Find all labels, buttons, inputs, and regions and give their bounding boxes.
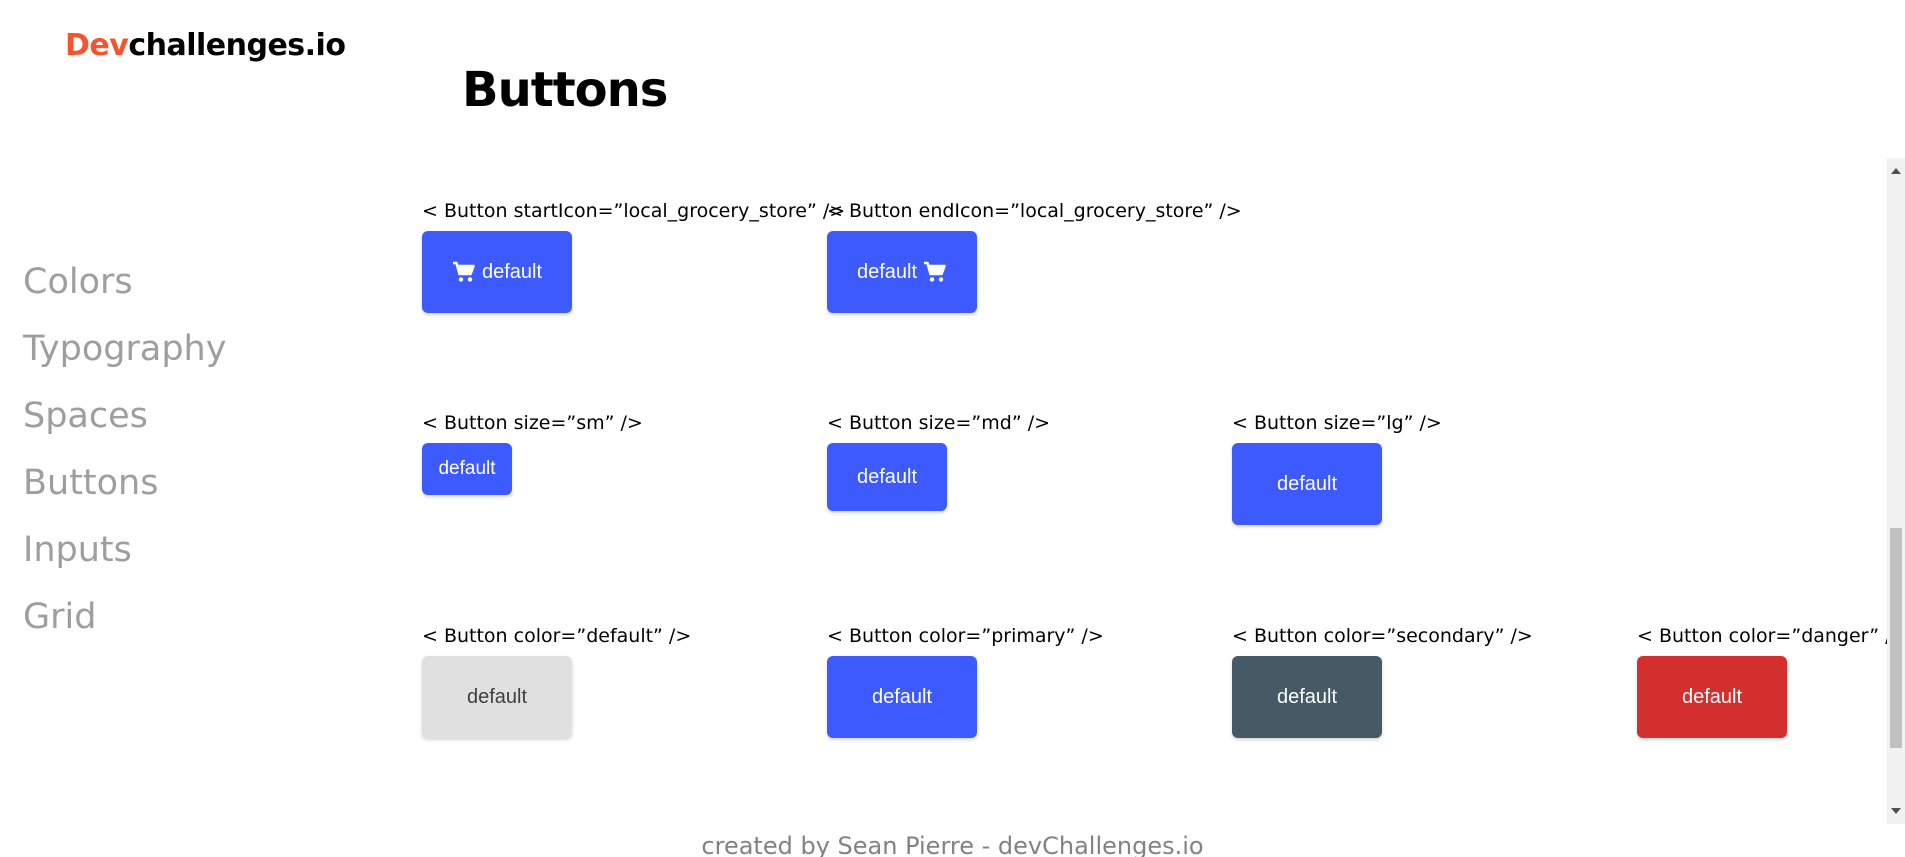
size-sm-demo: < Button size=”sm” /> default bbox=[422, 412, 643, 495]
button-label: default bbox=[856, 260, 918, 283]
color-default-button[interactable]: default bbox=[422, 656, 572, 738]
demo-label: < Button color=”default” /> bbox=[422, 625, 692, 647]
logo-accent: Dev bbox=[65, 28, 129, 63]
size-md-button[interactable]: default bbox=[827, 443, 947, 511]
demo-label: < Button size=”md” /> bbox=[827, 412, 1051, 434]
cart-icon bbox=[924, 261, 946, 282]
demo-label: < Button startIcon=”local_grocery_store”… bbox=[422, 200, 846, 222]
start-icon-button[interactable]: default bbox=[422, 231, 572, 313]
color-secondary-button[interactable]: default bbox=[1232, 656, 1382, 738]
footer: created by Sean Pierre - devChallenges.i… bbox=[701, 832, 1204, 857]
end-icon-button[interactable]: default bbox=[827, 231, 977, 313]
size-sm-button[interactable]: default bbox=[422, 443, 512, 495]
page-title: Buttons bbox=[462, 62, 668, 118]
size-lg-button[interactable]: default bbox=[1232, 443, 1382, 525]
demo-label: < Button color=”primary” /> bbox=[827, 625, 1104, 647]
demo-label: < Button size=”lg” /> bbox=[1232, 412, 1442, 434]
page: Devchallenges.io Colors Typography Space… bbox=[0, 0, 1905, 857]
color-danger-demo: < Button color=”danger” /> default bbox=[1637, 625, 1905, 738]
color-danger-button[interactable]: default bbox=[1637, 656, 1787, 738]
demo-label: < Button endIcon=”local_grocery_store” /… bbox=[827, 200, 1242, 222]
demo-label: < Button color=”danger” /> bbox=[1637, 625, 1905, 647]
logo-rest: challenges.io bbox=[128, 28, 346, 63]
size-md-demo: < Button size=”md” /> default bbox=[827, 412, 1050, 511]
color-primary-button[interactable]: default bbox=[827, 656, 977, 738]
color-primary-demo: < Button color=”primary” /> default bbox=[827, 625, 1104, 738]
cart-icon bbox=[452, 261, 475, 282]
content-area: < Button startIcon=”local_grocery_store”… bbox=[0, 158, 1905, 824]
start-icon-demo: < Button startIcon=”local_grocery_store”… bbox=[422, 200, 845, 313]
end-icon-demo: < Button endIcon=”local_grocery_store” /… bbox=[827, 200, 1242, 313]
color-secondary-demo: < Button color=”secondary” /> default bbox=[1232, 625, 1533, 738]
size-lg-demo: < Button size=”lg” /> default bbox=[1232, 412, 1442, 525]
scroll-thumb[interactable] bbox=[1890, 528, 1902, 748]
vertical-scrollbar[interactable] bbox=[1887, 158, 1905, 824]
scroll-down-arrow-icon[interactable] bbox=[1891, 808, 1901, 814]
button-label: default bbox=[481, 260, 543, 283]
logo[interactable]: Devchallenges.io bbox=[65, 28, 346, 63]
color-default-demo: < Button color=”default” /> default bbox=[422, 625, 691, 738]
scroll-up-arrow-icon[interactable] bbox=[1891, 168, 1901, 174]
demo-label: < Button size=”sm” /> bbox=[422, 412, 643, 434]
demo-label: < Button color=”secondary” /> bbox=[1232, 625, 1533, 647]
